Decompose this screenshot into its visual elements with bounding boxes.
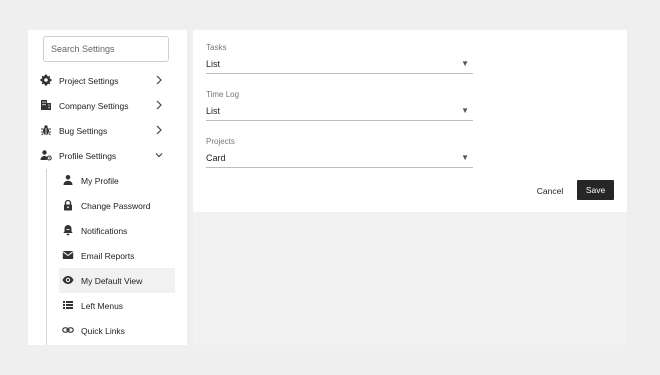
sidebar-item-label: Profile Settings [59, 151, 117, 161]
sidebar-subitem-label: Change Password [81, 201, 151, 211]
default-view-panel: Tasks List ▼ Time Log List ▼ Projects Ca… [193, 30, 627, 212]
eye-icon [62, 274, 74, 286]
bell-icon [62, 224, 74, 236]
user-gear-icon [40, 149, 52, 161]
sidebar-item-project-settings[interactable]: Project Settings [28, 68, 187, 93]
sidebar-subitem-left-menus[interactable]: Left Menus [59, 293, 175, 318]
save-button[interactable]: Save [577, 180, 614, 200]
chevron-right-icon [154, 74, 164, 86]
list-icon [62, 299, 74, 311]
content-area [193, 212, 627, 345]
person-icon [62, 174, 74, 186]
search-input[interactable] [43, 36, 169, 62]
field-underline [206, 167, 473, 168]
dropdown-arrow-icon: ▼ [461, 59, 469, 68]
sidebar-item-label: Company Settings [59, 101, 129, 111]
submenu-divider [46, 169, 47, 345]
envelope-icon [62, 249, 74, 261]
cancel-button[interactable]: Cancel [530, 181, 570, 200]
chevron-right-icon [154, 99, 164, 111]
sidebar-subitem-label: Left Menus [81, 301, 124, 311]
field-label: Time Log [206, 90, 240, 99]
sidebar-item-label: Project Settings [59, 76, 119, 86]
lock-icon [62, 199, 74, 211]
sidebar-subitem-my-profile[interactable]: My Profile [59, 168, 175, 193]
field-underline [206, 73, 473, 74]
bug-icon [40, 124, 52, 136]
field-underline [206, 120, 473, 121]
link-icon [62, 324, 74, 336]
sidebar-item-profile-settings[interactable]: Profile Settings [28, 143, 187, 168]
sidebar-subitem-quick-links[interactable]: Quick Links [59, 318, 175, 343]
settings-sidebar: Project Settings Company Settings Bug Se… [28, 30, 187, 345]
sidebar-subitem-label: Quick Links [81, 326, 125, 336]
gear-icon [40, 74, 52, 86]
sidebar-subitem-notifications[interactable]: Notifications [59, 218, 175, 243]
sidebar-item-company-settings[interactable]: Company Settings [28, 93, 187, 118]
sidebar-item-bug-settings[interactable]: Bug Settings [28, 118, 187, 143]
field-value: List [206, 59, 221, 69]
chevron-right-icon [154, 124, 164, 136]
sidebar-subitem-my-default-view[interactable]: My Default View [59, 268, 175, 293]
field-label: Tasks [206, 43, 227, 52]
chevron-down-icon [154, 149, 164, 161]
sidebar-subitem-label: My Profile [81, 176, 119, 186]
sidebar-subitem-label: Email Reports [81, 251, 135, 261]
field-value: Card [206, 153, 226, 163]
sidebar-subitem-label: Notifications [81, 226, 128, 236]
sidebar-subitem-label: My Default View [81, 276, 143, 286]
sidebar-subitem-change-password[interactable]: Change Password [59, 193, 175, 218]
field-value: List [206, 106, 221, 116]
sidebar-subitem-email-reports[interactable]: Email Reports [59, 243, 175, 268]
field-label: Projects [206, 137, 235, 146]
building-icon [40, 99, 52, 111]
dropdown-arrow-icon: ▼ [461, 153, 469, 162]
dropdown-arrow-icon: ▼ [461, 106, 469, 115]
sidebar-item-label: Bug Settings [59, 126, 108, 136]
